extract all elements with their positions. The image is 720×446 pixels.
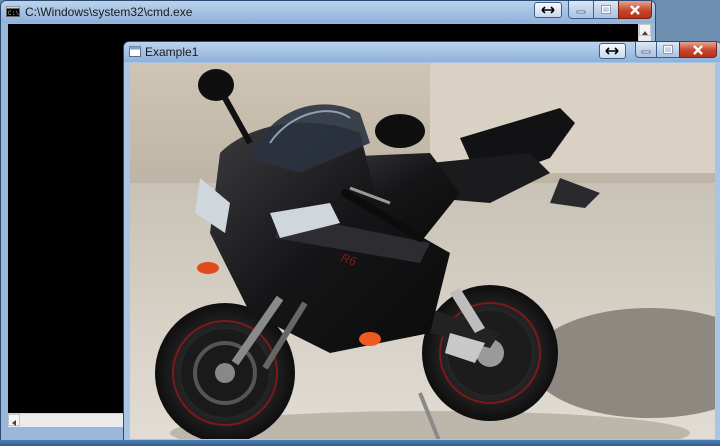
motorcycle-photo: R6 [130, 63, 715, 439]
arrow-up-icon [642, 31, 648, 35]
image-window-close-button[interactable] [679, 42, 717, 58]
window-icon [129, 46, 141, 57]
scroll-up-button[interactable] [639, 24, 651, 36]
taskbar-edge [0, 440, 720, 446]
cmd-minimize-button[interactable] [568, 1, 594, 19]
console-icon: C:\ [6, 6, 20, 17]
image-window-maximize-button[interactable] [656, 42, 680, 58]
cmd-snap-button[interactable] [534, 2, 562, 18]
cmd-close-button[interactable] [618, 1, 652, 19]
svg-text:C:\: C:\ [8, 10, 19, 17]
maximize-icon [601, 4, 611, 14]
close-icon [693, 44, 703, 55]
resize-arrows-icon [541, 6, 555, 14]
minimize-icon [641, 50, 651, 53]
close-icon [630, 4, 640, 15]
arrow-left-icon [12, 420, 16, 426]
scroll-left-button[interactable] [8, 414, 20, 426]
cmd-titlebar[interactable]: C:\ C:\Windows\system32\cmd.exe [1, 1, 655, 23]
motorcycle-illustration: R6 [130, 63, 715, 439]
cmd-window-title: C:\Windows\system32\cmd.exe [25, 5, 193, 19]
image-window-minimize-button[interactable] [635, 42, 657, 58]
cmd-maximize-button[interactable] [593, 1, 619, 19]
resize-arrows-icon [605, 47, 619, 55]
maximize-icon [663, 44, 673, 54]
image-window-title: Example1 [145, 45, 199, 59]
minimize-icon [576, 10, 586, 13]
image-window: Example1 R6 [123, 41, 720, 445]
image-window-snap-button[interactable] [599, 43, 626, 59]
image-window-titlebar[interactable]: Example1 [124, 42, 720, 62]
